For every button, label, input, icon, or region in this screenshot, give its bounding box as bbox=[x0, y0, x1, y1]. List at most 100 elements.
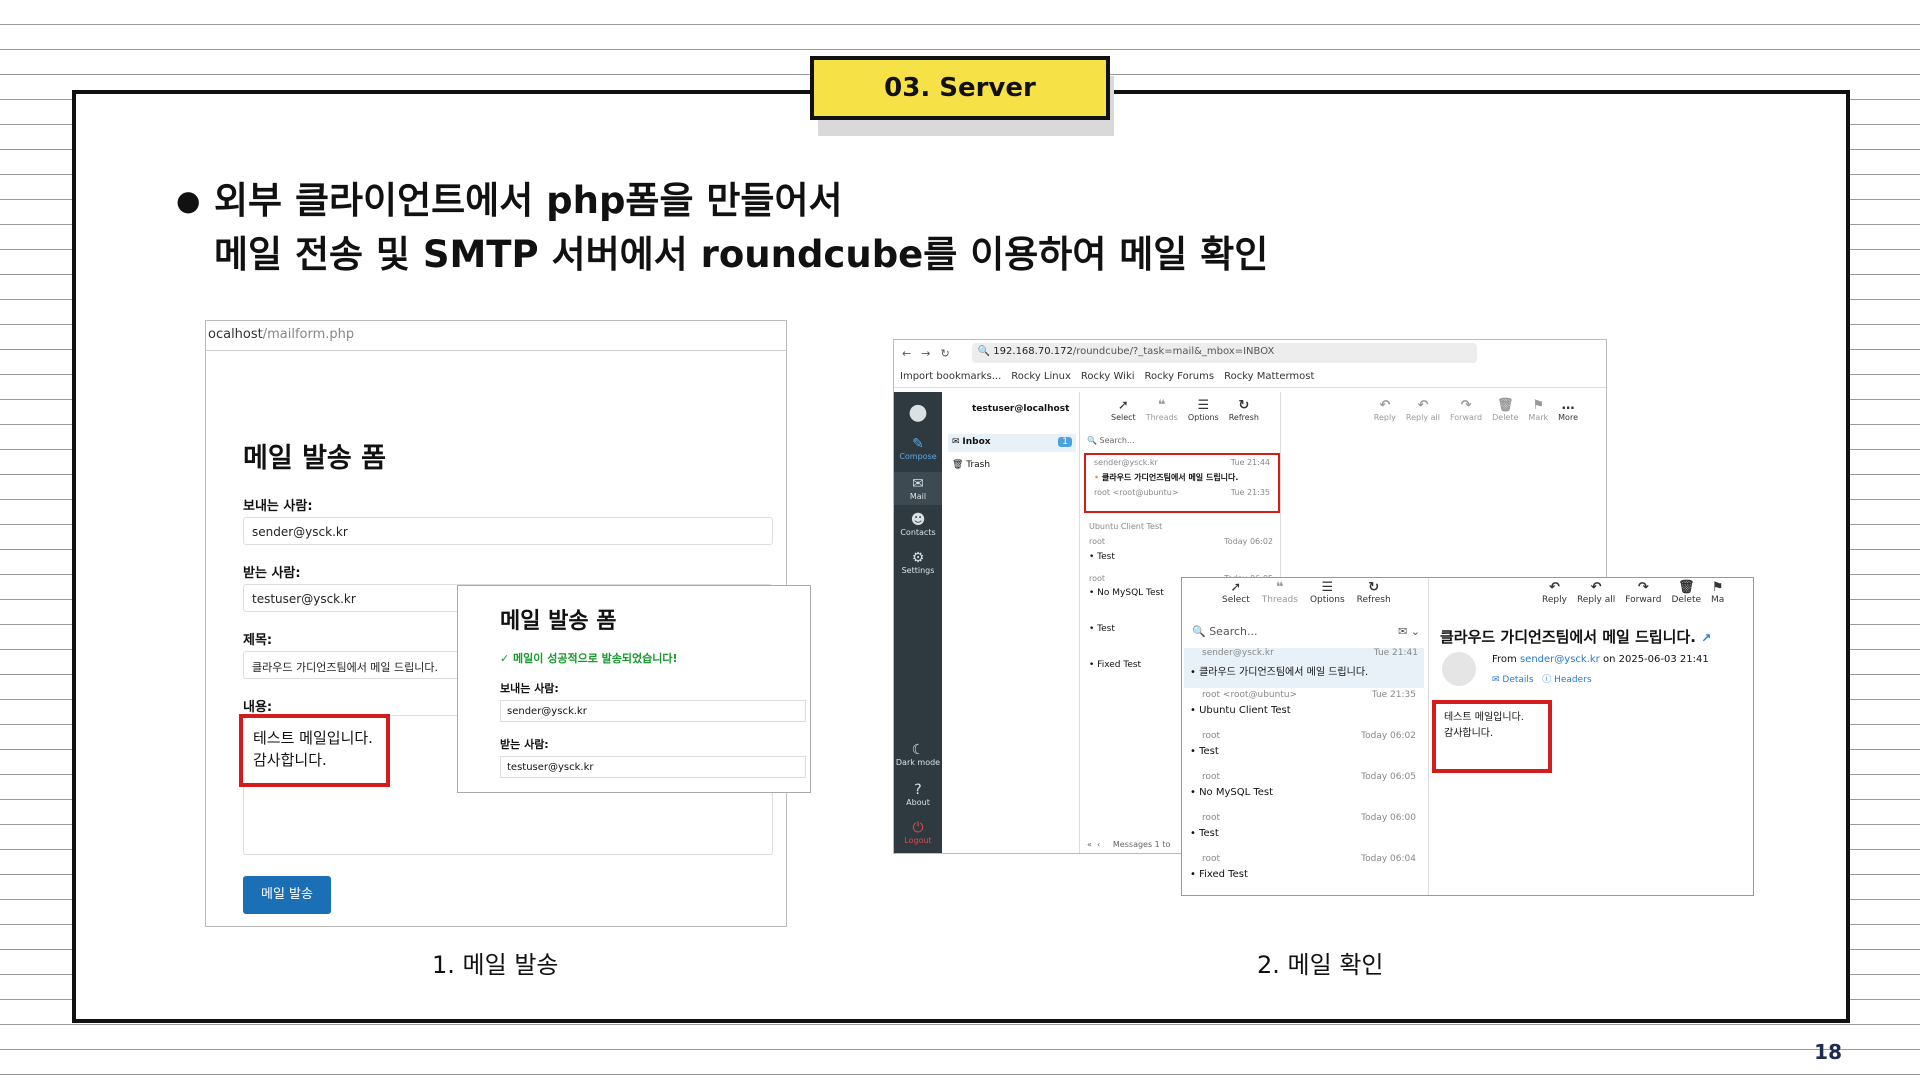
list-search[interactable]: 🔍 Search... bbox=[1087, 436, 1277, 445]
select-button[interactable]: ➚ Select bbox=[1111, 398, 1136, 422]
caption-1: 1. 메일 발송 bbox=[432, 951, 559, 979]
compose-nav[interactable]: ✎ Compose bbox=[894, 436, 942, 461]
bookmark-item[interactable]: Rocky Forums bbox=[1145, 371, 1215, 382]
external-link-icon[interactable]: ↗ bbox=[1701, 631, 1711, 645]
recipient-label: 받는 사람: bbox=[243, 566, 301, 581]
folder-pane: testuser@localhost ✉ Inbox 1 🗑 Trash bbox=[942, 392, 1080, 853]
options-icon: ☰ bbox=[1321, 580, 1334, 595]
reply-all-icon: ↶ bbox=[1590, 580, 1602, 595]
select-button[interactable]: ➚ Select bbox=[1222, 580, 1250, 605]
body-line-1: 테스트 메일입니다. bbox=[1444, 712, 1524, 723]
highlight-next: root <root@ubuntu> Tue 21:35 bbox=[1094, 488, 1270, 497]
popup-sender-label: 보내는 사람: bbox=[500, 682, 559, 695]
popup-recipient-value: testuser@ysck.kr bbox=[500, 756, 806, 778]
page-number: 18 bbox=[1814, 1040, 1842, 1064]
success-popup: 메일 발송 폼 ✓ 메일이 성공적으로 발송되었습니다! 보내는 사람: sen… bbox=[457, 585, 811, 793]
forward-icon: ↷ bbox=[1637, 580, 1649, 595]
pointer-icon: ➚ bbox=[1230, 580, 1242, 595]
threads-button[interactable]: ❝ Threads bbox=[1146, 398, 1178, 422]
back-icon[interactable]: ← bbox=[902, 347, 911, 360]
mail-nav[interactable]: ✉ Mail bbox=[894, 472, 942, 505]
message-row[interactable]: Ubuntu Client Test bbox=[1089, 522, 1273, 532]
message-row-selected[interactable]: sender@ysck.kr Tue 21:41 • 클라우드 가디언즈팀에서 메… bbox=[1184, 648, 1424, 688]
avatar bbox=[1442, 652, 1476, 686]
about-nav[interactable]: ? About bbox=[894, 782, 942, 807]
send-mail-button[interactable]: 메일 발송 bbox=[243, 876, 331, 914]
browser-nav: ← → ↻ 🔍 192.168.70.172/roundcube/?_task=… bbox=[894, 340, 1606, 366]
highlight-subject[interactable]: • 클라우드 가디언즈팀에서 메일 드립니다. bbox=[1094, 472, 1270, 483]
bookmarks-bar: Import bookmarks... Rocky Linux Rocky Wi… bbox=[894, 366, 1606, 388]
logout-nav[interactable]: ⏻ Logout bbox=[894, 820, 942, 845]
form-title: 메일 발송 폼 bbox=[243, 443, 386, 474]
sender-input[interactable]: sender@ysck.kr bbox=[243, 517, 773, 545]
forward-icon: ↷ bbox=[1460, 398, 1472, 413]
reader-list-toolbar: ➚ Select ❝ Threads ☰ Options ↻ Refresh bbox=[1222, 580, 1391, 605]
reply-button[interactable]: ↶ Reply bbox=[1542, 580, 1567, 605]
refresh-icon: ↻ bbox=[1238, 398, 1250, 413]
bullet-icon: ● bbox=[176, 184, 201, 217]
mark-button[interactable]: ⚑ Ma bbox=[1711, 580, 1724, 605]
headers-link[interactable]: ⓘ Headers bbox=[1542, 675, 1591, 685]
subject-label: 제목: bbox=[243, 633, 273, 648]
options-button[interactable]: ☰ Options bbox=[1188, 398, 1219, 422]
message-row[interactable]: root <root@ubuntu> Tue 21:35 • Ubuntu Cli… bbox=[1190, 690, 1422, 716]
message-body-highlight: 테스트 메일입니다. 감사합니다. bbox=[1432, 700, 1552, 773]
pager[interactable]: « ‹ Messages 1 to bbox=[1087, 840, 1170, 849]
message-row[interactable]: root Today 06:02 • Test bbox=[1190, 731, 1422, 757]
folder-inbox[interactable]: ✉ Inbox 1 bbox=[948, 434, 1076, 452]
threads-button[interactable]: ❝ Threads bbox=[1262, 580, 1298, 605]
gear-icon: ⚙ bbox=[911, 550, 925, 566]
message-row[interactable]: root Today 06:02 bbox=[1089, 537, 1273, 547]
body-line-1: 테스트 메일입니다. bbox=[253, 729, 373, 747]
message-row[interactable]: root Today 06:05 • No MySQL Test bbox=[1190, 772, 1422, 798]
forward-button[interactable]: ↷ Forward bbox=[1450, 398, 1482, 422]
reply-button[interactable]: ↶ Reply bbox=[1374, 398, 1396, 422]
more-button[interactable]: … More bbox=[1558, 398, 1578, 422]
settings-nav[interactable]: ⚙ Settings bbox=[894, 550, 942, 575]
forward-icon[interactable]: → bbox=[921, 347, 930, 360]
reply-all-icon: ↶ bbox=[1417, 398, 1429, 413]
list-toolbar: ➚ Select ❝ Threads ☰ Options ↻ Refresh bbox=[1111, 398, 1259, 422]
bookmark-item[interactable]: Rocky Wiki bbox=[1081, 371, 1135, 382]
body-line-2: 감사합니다. bbox=[253, 751, 327, 769]
message-row[interactable]: root Today 06:00 • Test bbox=[1190, 813, 1422, 839]
folder-trash[interactable]: 🗑 Trash bbox=[952, 460, 990, 470]
pointer-icon: ➚ bbox=[1117, 398, 1129, 413]
reload-icon[interactable]: ↻ bbox=[940, 347, 949, 360]
contacts-nav[interactable]: ☻ Contacts bbox=[894, 512, 942, 537]
message-row[interactable]: root Today 06:04 • Fixed Test bbox=[1190, 854, 1422, 880]
more-icon: … bbox=[1561, 398, 1575, 413]
mail-icon: ✉ bbox=[912, 476, 924, 492]
bookmark-item[interactable]: Rocky Linux bbox=[1011, 371, 1071, 382]
sender-link[interactable]: sender@ysck.kr bbox=[1520, 654, 1600, 665]
delete-button[interactable]: 🗑 Delete bbox=[1492, 398, 1518, 422]
message-row[interactable]: • Test bbox=[1089, 552, 1273, 562]
popup-sender-value: sender@ysck.kr bbox=[500, 700, 806, 722]
forward-button[interactable]: ↷ Forward bbox=[1625, 580, 1661, 605]
reader-search-input[interactable]: 🔍 Search... ✉ ⌄ bbox=[1187, 620, 1425, 644]
mailform-url[interactable]: ocalhost/mailform.php bbox=[206, 321, 786, 351]
reply-icon: ↶ bbox=[1379, 398, 1391, 413]
new-mail-highlight: sender@ysck.kr Tue 21:44 • 클라우드 가디언즈팀에서 메… bbox=[1084, 453, 1280, 513]
mark-button[interactable]: ⚑ Mark bbox=[1528, 398, 1548, 422]
reply-all-button[interactable]: ↶ Reply all bbox=[1577, 580, 1615, 605]
message-subject: 클라우드 가디언즈팀에서 메일 드립니다. ↗ bbox=[1440, 628, 1712, 646]
body-line-2: 감사합니다. bbox=[1444, 728, 1494, 739]
bookmark-item[interactable]: Rocky Mattermost bbox=[1224, 371, 1314, 382]
reader-message-list: ➚ Select ❝ Threads ☰ Options ↻ Refresh 🔍 Sea… bbox=[1182, 578, 1429, 895]
details-link[interactable]: ✉ Details bbox=[1492, 675, 1534, 685]
refresh-button[interactable]: ↻ Refresh bbox=[1357, 580, 1391, 605]
roundcube-reader-screenshot: ➚ Select ❝ Threads ☰ Options ↻ Refresh 🔍 Sea… bbox=[1181, 577, 1754, 896]
refresh-icon: ↻ bbox=[1368, 580, 1380, 595]
section-tag: 03. Server bbox=[810, 56, 1110, 120]
refresh-button[interactable]: ↻ Refresh bbox=[1229, 398, 1259, 422]
bookmark-item[interactable]: Import bookmarks... bbox=[900, 371, 1001, 382]
options-button[interactable]: ☰ Options bbox=[1310, 580, 1345, 605]
body-highlight: 테스트 메일입니다. 감사합니다. bbox=[239, 714, 390, 787]
address-bar[interactable]: 🔍 192.168.70.172/roundcube/?_task=mail&_… bbox=[971, 343, 1477, 363]
compose-icon: ✎ bbox=[912, 436, 924, 452]
message-toolbar: ↶ Reply ↶ Reply all ↷ Forward 🗑 Delete ⚑ Mark… bbox=[1374, 398, 1578, 422]
reply-all-button[interactable]: ↶ Reply all bbox=[1406, 398, 1440, 422]
delete-button[interactable]: 🗑 Delete bbox=[1671, 580, 1701, 605]
dark-mode-nav[interactable]: ☾ Dark mode bbox=[894, 742, 942, 767]
